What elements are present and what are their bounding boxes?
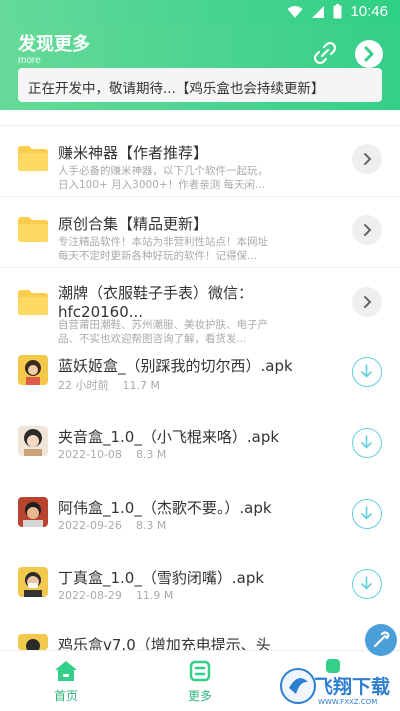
- download-button[interactable]: [352, 569, 382, 599]
- page-subtitle: more: [18, 55, 41, 66]
- download-button[interactable]: [352, 499, 382, 529]
- folder-icon: [18, 146, 48, 171]
- file-meta: 2022-10-08 8.3 M: [58, 448, 180, 461]
- wifi-icon: [287, 5, 303, 18]
- nav-home-label: 首页: [53, 689, 78, 703]
- clock: 10:46: [350, 3, 388, 20]
- file-time: 2022-10-08: [58, 448, 122, 461]
- file-time: 22 小时前: [58, 379, 109, 392]
- app-thumbnail: [18, 426, 48, 456]
- file-size: 8.3 M: [135, 448, 167, 461]
- folder-item[interactable]: 赚米神器【作者推荐】 人手必备的赚米神器，以下几个软件一起玩，日入100+ 月入…: [0, 142, 400, 212]
- file-item[interactable]: 阿伟盒_1.0_（杰歌不要。）.apk 2022-09-26 8.3 M: [0, 497, 400, 567]
- download-icon: [361, 364, 372, 378]
- chevron-right-icon: [364, 224, 372, 236]
- file-item[interactable]: 丁真盒_1.0_（雪豹闭嘴）.apk 2022-08-29 11.9 M: [0, 567, 400, 637]
- folder-icon: [18, 290, 48, 315]
- battery-icon: [333, 4, 342, 19]
- folder-item[interactable]: 潮牌（衣服鞋子手表）微信：hfc20160... 自营莆田潮鞋、苏州潮服、美妆护…: [0, 284, 400, 354]
- wrench-icon: [373, 631, 390, 648]
- file-name: 丁真盒_1.0_（雪豹闭嘴）.apk: [58, 569, 265, 587]
- app-thumbnail: [18, 355, 48, 385]
- divider: [0, 125, 400, 126]
- download-button[interactable]: [352, 357, 382, 387]
- file-size: 11.7 M: [122, 379, 160, 392]
- file-time: 2022-09-26: [58, 519, 122, 532]
- app-thumbnail: [18, 567, 48, 597]
- file-meta: 2022-09-26 8.3 M: [58, 519, 180, 532]
- nav-more[interactable]: 更多: [170, 659, 230, 704]
- link-icon[interactable]: [312, 40, 338, 66]
- divider: [0, 267, 400, 268]
- folder-desc: 专注精品软件！本站为非营利性站点！本网址每天不定时更新各种好玩的软件！记得保..…: [58, 236, 268, 262]
- file-name: 蓝妖姬盒_（别踩我的切尔西）.apk: [58, 357, 293, 375]
- nav-more-label: 更多: [187, 689, 212, 703]
- chevron-right-icon: [364, 46, 374, 62]
- page-title: 发现更多: [18, 34, 90, 55]
- download-icon: [361, 435, 372, 449]
- file-time: 2022-08-29: [58, 589, 122, 602]
- file-name: 阿伟盒_1.0_（杰歌不要。）.apk: [58, 499, 272, 517]
- chevron-right-icon: [364, 296, 372, 308]
- floating-action-button[interactable]: [365, 624, 397, 656]
- notice-banner: 正在开发中，敬请期待...【鸡乐盒也会持续更新】: [18, 68, 382, 102]
- open-folder-button[interactable]: [352, 287, 382, 317]
- refresh-icon: [189, 660, 211, 682]
- file-size: 8.3 M: [135, 519, 167, 532]
- divider: [0, 196, 400, 197]
- file-name: 夹音盒_1.0_（小飞棍来咯）.apk: [58, 428, 280, 446]
- home-icon: [55, 661, 77, 681]
- file-meta: 2022-08-29 11.9 M: [58, 589, 187, 602]
- folder-title: 原创合集【精品更新】: [58, 215, 209, 233]
- file-item[interactable]: 夹音盒_1.0_（小飞棍来咯）.apk 2022-10-08 8.3 M: [0, 426, 400, 496]
- folder-item[interactable]: 原创合集【精品更新】 专注精品软件！本站为非营利性站点！本网址每天不定时更新各种…: [0, 213, 400, 283]
- folder-title: 赚米神器【作者推荐】: [58, 144, 209, 162]
- file-item[interactable]: 蓝妖姬盒_（别踩我的切尔西）.apk 22 小时前 11.7 M: [0, 355, 400, 425]
- open-folder-button[interactable]: [352, 215, 382, 245]
- download-button[interactable]: [352, 428, 382, 458]
- folder-desc: 人手必备的赚米神器，以下几个软件一起玩，日入100+ 月入3000+！作者亲测 …: [58, 165, 268, 191]
- download-icon: [361, 576, 372, 590]
- app-thumbnail: [18, 497, 48, 527]
- nav-home[interactable]: 首页: [36, 659, 96, 704]
- folder-title: 潮牌（衣服鞋子手表）微信：hfc20160...: [58, 284, 254, 321]
- file-meta: 22 小时前 11.7 M: [58, 377, 174, 393]
- download-icon: [361, 506, 372, 520]
- watermark-text: 飞翔下载: [314, 676, 391, 698]
- chevron-right-icon: [364, 153, 372, 165]
- go-button[interactable]: [355, 40, 383, 68]
- watermark-url: WWW.FXXZ.COM: [318, 698, 378, 706]
- open-folder-button[interactable]: [352, 144, 382, 174]
- file-size: 11.9 M: [135, 589, 174, 602]
- folder-desc: 自营莆田潮鞋、苏州潮服、美妆护肤、电子产品、不实也欢迎帮图咨询了解，看货发...: [58, 319, 268, 345]
- signal-icon: [312, 5, 325, 18]
- app-thumbnail: [18, 634, 48, 650]
- status-bar: 10:46: [0, 0, 400, 24]
- folder-icon: [18, 217, 48, 242]
